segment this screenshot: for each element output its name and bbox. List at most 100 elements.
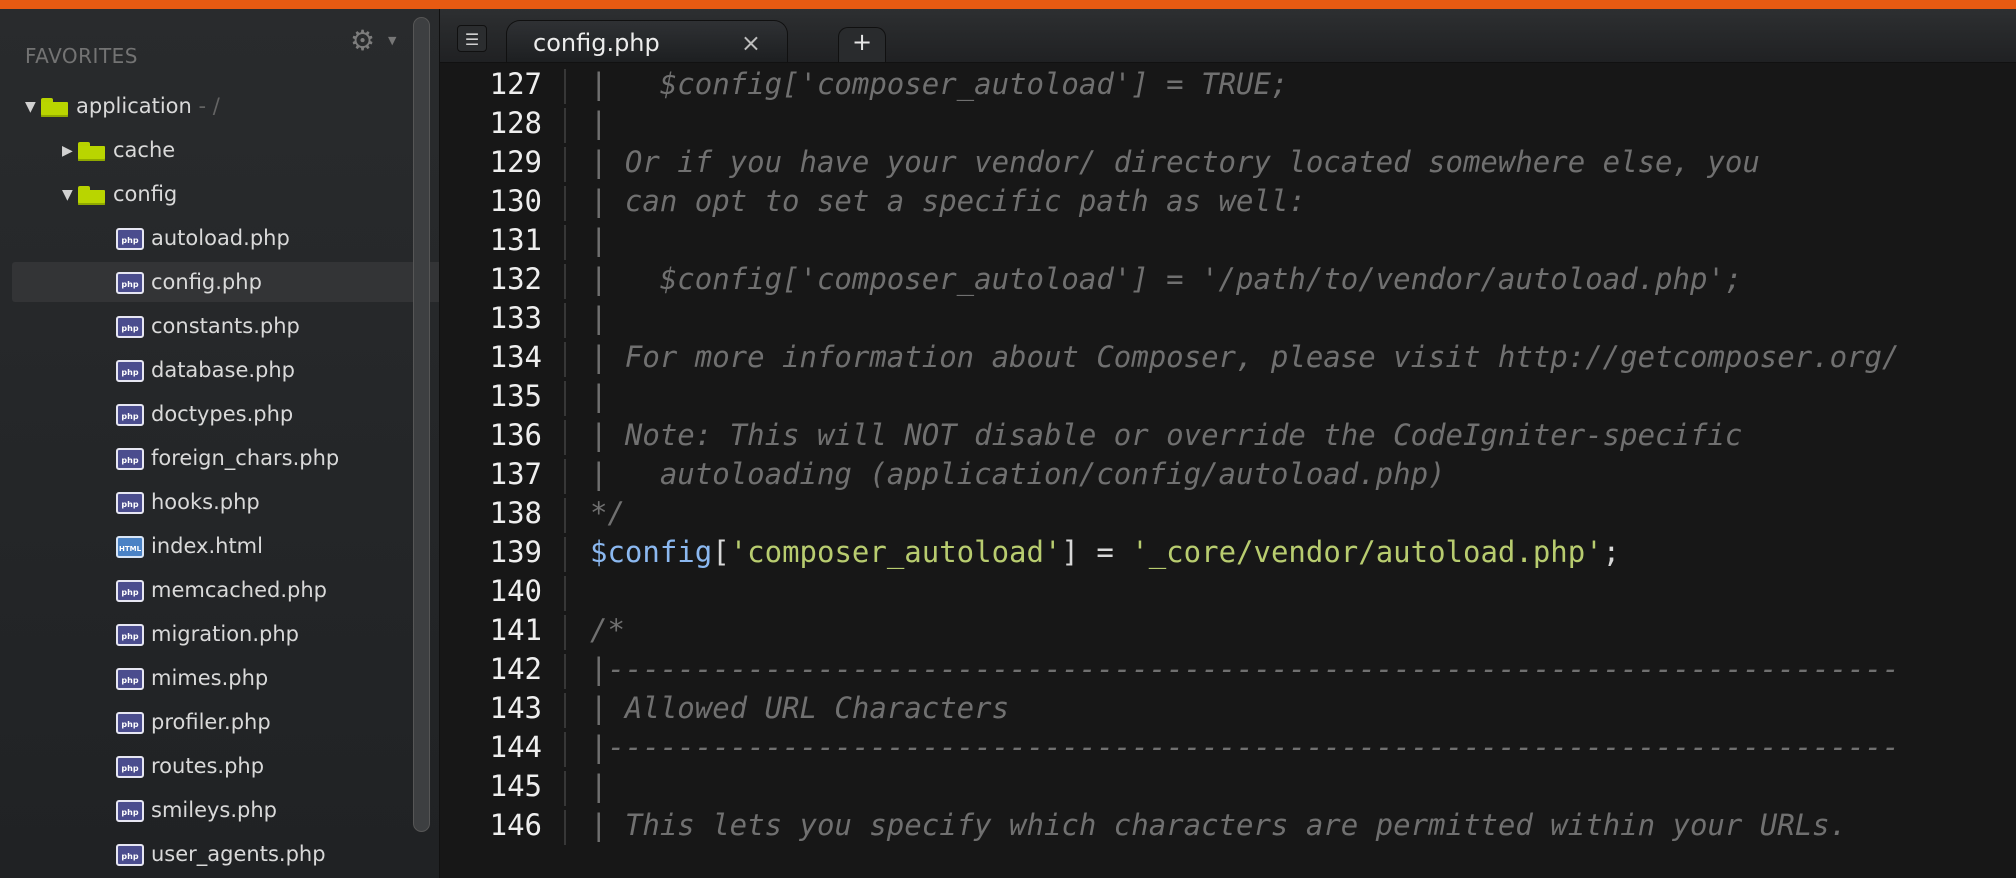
gutter-guide bbox=[564, 810, 566, 845]
sidebar-item-label: foreign_chars.php bbox=[151, 446, 340, 470]
sidebar-item-memcached-php[interactable]: php memcached.php bbox=[116, 570, 327, 610]
sidebar-item-label: constants.php bbox=[151, 314, 300, 338]
triangle-down-icon[interactable]: ▼ bbox=[62, 175, 78, 215]
php-file-icon: php bbox=[116, 712, 144, 734]
sidebar-item-foreign-chars-php[interactable]: php foreign_chars.php bbox=[116, 438, 339, 478]
code-line: 144 |------------------------------------… bbox=[440, 728, 2016, 767]
tab-config-php[interactable]: config.php × bbox=[506, 20, 788, 62]
php-file-icon: php bbox=[116, 800, 144, 822]
triangle-down-icon[interactable]: ▼ bbox=[25, 87, 41, 127]
line-number: 130 bbox=[489, 184, 542, 218]
code-line: 135 | bbox=[440, 377, 2016, 416]
sidebar-item-label: routes.php bbox=[151, 754, 265, 778]
sidebar-item-profiler-php[interactable]: php profiler.php bbox=[116, 702, 271, 742]
sidebar-item-hooks-php[interactable]: php hooks.php bbox=[116, 482, 260, 522]
sidebar-item-config-php[interactable]: php config.php bbox=[12, 262, 439, 302]
sidebar-item-autoload-php[interactable]: php autoload.php bbox=[116, 218, 290, 258]
php-file-icon: php bbox=[116, 492, 144, 514]
sidebar-item-user-agents-php[interactable]: php user_agents.php bbox=[116, 834, 326, 874]
array-key-string: 'composer_autoload' bbox=[729, 535, 1062, 569]
php-file-icon: php bbox=[116, 272, 144, 294]
sidebar-scrollbar[interactable] bbox=[413, 17, 430, 832]
line-number: 146 bbox=[489, 808, 542, 842]
gutter-guide bbox=[564, 537, 566, 572]
php-file-icon: php bbox=[116, 580, 144, 602]
gutter-guide bbox=[564, 654, 566, 689]
code-text: | $config['composer_autoload'] = '/path/… bbox=[590, 262, 1743, 296]
code-line: 141 /* bbox=[440, 611, 2016, 650]
gear-icon[interactable]: ⚙ bbox=[350, 27, 375, 55]
chevron-down-icon[interactable]: ▼ bbox=[388, 34, 396, 47]
code-line: 133 | bbox=[440, 299, 2016, 338]
triangle-right-icon[interactable]: ▶ bbox=[62, 131, 78, 171]
php-file-icon: php bbox=[116, 448, 144, 470]
code-line: 142 |------------------------------------… bbox=[440, 650, 2016, 689]
code-text: | For more information about Composer, p… bbox=[590, 340, 1900, 374]
line-number: 138 bbox=[489, 496, 542, 530]
line-number: 140 bbox=[489, 574, 542, 608]
line-number: 135 bbox=[489, 379, 542, 413]
line-number: 131 bbox=[489, 223, 542, 257]
gutter-guide bbox=[564, 615, 566, 650]
code-line: 139 $config['composer_autoload'] = '_core… bbox=[440, 533, 2016, 572]
new-tab-button[interactable]: + bbox=[838, 27, 886, 62]
php-file-icon: php bbox=[116, 844, 144, 866]
sidebar-item-application[interactable]: ▼ application - / bbox=[25, 86, 220, 126]
code-text: | bbox=[590, 106, 608, 140]
code-line: 134 | For more information about Composer… bbox=[440, 338, 2016, 377]
line-number: 132 bbox=[489, 262, 542, 296]
line-number: 129 bbox=[489, 145, 542, 179]
php-variable: $config bbox=[590, 535, 713, 569]
sidebar-item-cache[interactable]: ▶ cache bbox=[62, 130, 175, 170]
sidebar-item-mimes-php[interactable]: php mimes.php bbox=[116, 658, 268, 698]
php-file-icon: php bbox=[116, 624, 144, 646]
sidebar-item-label: index.html bbox=[151, 534, 263, 558]
panel-toggle-icon[interactable]: ☰ bbox=[457, 25, 487, 52]
sidebar-item-migration-php[interactable]: php migration.php bbox=[116, 614, 299, 654]
php-file-icon: php bbox=[116, 668, 144, 690]
gutter-guide bbox=[564, 732, 566, 767]
sidebar-item-label: hooks.php bbox=[151, 490, 260, 514]
sidebar-item-label: database.php bbox=[151, 358, 296, 382]
sidebar-item-database-php[interactable]: php database.php bbox=[116, 350, 295, 390]
code-line: 132 | $config['composer_autoload'] = '/pa… bbox=[440, 260, 2016, 299]
code-text: | bbox=[590, 379, 608, 413]
sidebar-item-constants-php[interactable]: php constants.php bbox=[116, 306, 300, 346]
sidebar-item-index-html[interactable]: HTML index.html bbox=[116, 526, 263, 566]
close-icon[interactable]: × bbox=[741, 31, 761, 55]
sidebar-item-label: config.php bbox=[151, 270, 262, 294]
sidebar-item-label: profiler.php bbox=[151, 710, 271, 734]
code-text: | autoloading (application/config/autolo… bbox=[590, 457, 1446, 491]
sidebar-item-label: doctypes.php bbox=[151, 402, 294, 426]
html-file-icon: HTML bbox=[116, 536, 144, 558]
php-file-icon: php bbox=[116, 228, 144, 250]
gutter-guide bbox=[564, 147, 566, 182]
gutter-guide bbox=[564, 381, 566, 416]
code-line: 137 | autoloading (application/config/aut… bbox=[440, 455, 2016, 494]
tab-bar: ☰ config.php × + bbox=[440, 9, 2016, 63]
sidebar-item-doctypes-php[interactable]: php doctypes.php bbox=[116, 394, 293, 434]
gutter-guide bbox=[564, 303, 566, 338]
code-line: 129 | Or if you have your vendor/ directo… bbox=[440, 143, 2016, 182]
sidebar-item-label: memcached.php bbox=[151, 578, 327, 602]
favorites-heading: FAVORITES bbox=[25, 44, 138, 68]
php-file-icon: php bbox=[116, 316, 144, 338]
line-number: 141 bbox=[489, 613, 542, 647]
sidebar-item-routes-php[interactable]: php routes.php bbox=[116, 746, 264, 786]
code-line: 146 | This lets you specify which charact… bbox=[440, 806, 2016, 845]
sidebar-item-label: config bbox=[113, 182, 178, 206]
code-text: | Allowed URL Characters bbox=[590, 691, 1010, 725]
gutter-guide bbox=[564, 264, 566, 299]
line-number: 143 bbox=[489, 691, 542, 725]
code-view[interactable]: 127 | $config['composer_autoload'] = TRUE… bbox=[440, 65, 2016, 878]
code-text: /* bbox=[590, 613, 625, 647]
line-number: 144 bbox=[489, 730, 542, 764]
code-line: 127 | $config['composer_autoload'] = TRUE… bbox=[440, 65, 2016, 104]
code-line: 143 | Allowed URL Characters bbox=[440, 689, 2016, 728]
line-number: 142 bbox=[489, 652, 542, 686]
sidebar-item-config[interactable]: ▼ config bbox=[62, 174, 177, 214]
code-text: */ bbox=[590, 496, 625, 530]
sidebar-item-label: application bbox=[76, 94, 192, 118]
gutter-guide bbox=[564, 186, 566, 221]
sidebar-item-smileys-php[interactable]: php smileys.php bbox=[116, 790, 277, 830]
